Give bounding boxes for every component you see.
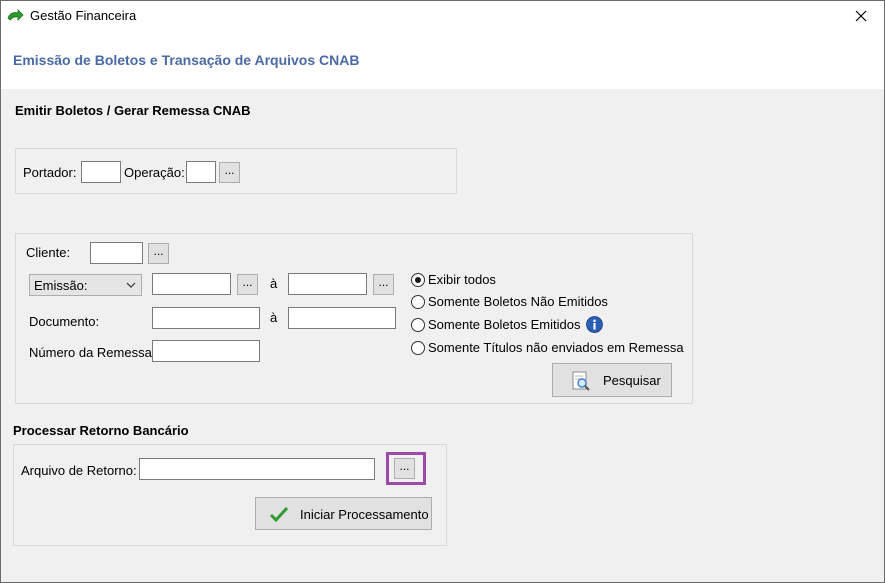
close-icon [855, 10, 867, 22]
search-document-icon [572, 371, 590, 391]
iniciar-processamento-button[interactable]: Iniciar Processamento [255, 497, 432, 530]
radio-circle [411, 317, 425, 332]
radio-emitidos[interactable]: Somente Boletos Emitidos [411, 317, 580, 332]
iniciar-processamento-label: Iniciar Processamento [300, 507, 429, 522]
date-range-separator: à [270, 276, 278, 291]
radio-label: Exibir todos [428, 272, 496, 287]
documento-label: Documento: [29, 314, 100, 329]
page-title: Emissão de Boletos e Transação de Arquiv… [13, 52, 360, 68]
form-header: Emissão de Boletos e Transação de Arquiv… [1, 31, 884, 89]
arquivo-retorno-label: Arquivo de Retorno: [21, 463, 137, 478]
arquivo-retorno-input[interactable] [139, 458, 375, 480]
window-title: Gestão Financeira [30, 8, 137, 23]
cliente-lookup-button[interactable]: ... [148, 243, 169, 264]
radio-label: Somente Títulos não enviados em Remessa [428, 340, 684, 355]
date-type-value: Emissão: [34, 278, 88, 293]
operacao-label: Operação: [124, 165, 185, 180]
cliente-label: Cliente: [26, 245, 71, 260]
date-from-lookup-button[interactable]: ... [237, 274, 258, 295]
retorno-group: Arquivo de Retorno: ... Iniciar Processa… [13, 444, 447, 546]
radio-label: Somente Boletos Não Emitidos [428, 294, 608, 309]
operacao-lookup-button[interactable]: ... [219, 162, 240, 183]
documento-from-input[interactable] [152, 307, 260, 329]
pesquisar-label: Pesquisar [603, 373, 661, 388]
green-arrow-icon [6, 8, 24, 24]
chevron-down-icon [126, 282, 136, 288]
radio-titulos-nao-enviados[interactable]: Somente Títulos não enviados em Remessa [411, 340, 684, 355]
portador-label: Portador: [23, 165, 77, 180]
radio-circle-selected [411, 272, 425, 287]
date-from-input[interactable] [152, 273, 231, 295]
radio-circle [411, 340, 425, 355]
close-button[interactable] [838, 1, 884, 31]
title-bar: Gestão Financeira [1, 1, 884, 31]
portador-input[interactable] [81, 161, 121, 183]
operacao-input[interactable] [186, 161, 216, 183]
date-type-select[interactable]: Emissão: [29, 274, 142, 296]
retorno-section-title: Processar Retorno Bancário [13, 423, 189, 438]
portador-group: Portador: Operação: ... [15, 148, 457, 194]
radio-exibir-todos[interactable]: Exibir todos [411, 272, 496, 287]
numero-remessa-label: Número da Remessa: [29, 345, 156, 360]
app-window: Gestão Financeira Emissão de Boletos e T… [0, 0, 885, 583]
main-panel: Emitir Boletos / Gerar Remessa CNAB Port… [1, 89, 884, 582]
check-icon [269, 506, 289, 523]
filter-group: Cliente: ... Emissão: ... à ... Document… [15, 233, 693, 404]
radio-circle [411, 294, 425, 309]
pesquisar-button[interactable]: Pesquisar [552, 363, 672, 397]
radio-nao-emitidos[interactable]: Somente Boletos Não Emitidos [411, 294, 608, 309]
arquivo-lookup-button[interactable]: ... [394, 458, 415, 479]
documento-range-separator: à [270, 310, 278, 325]
cliente-input[interactable] [90, 242, 143, 264]
info-icon[interactable] [586, 316, 603, 333]
numero-remessa-input[interactable] [152, 340, 260, 362]
emitir-section-title: Emitir Boletos / Gerar Remessa CNAB [15, 103, 251, 118]
date-to-lookup-button[interactable]: ... [373, 274, 394, 295]
date-to-input[interactable] [288, 273, 367, 295]
documento-to-input[interactable] [288, 307, 396, 329]
radio-label: Somente Boletos Emitidos [428, 317, 581, 332]
